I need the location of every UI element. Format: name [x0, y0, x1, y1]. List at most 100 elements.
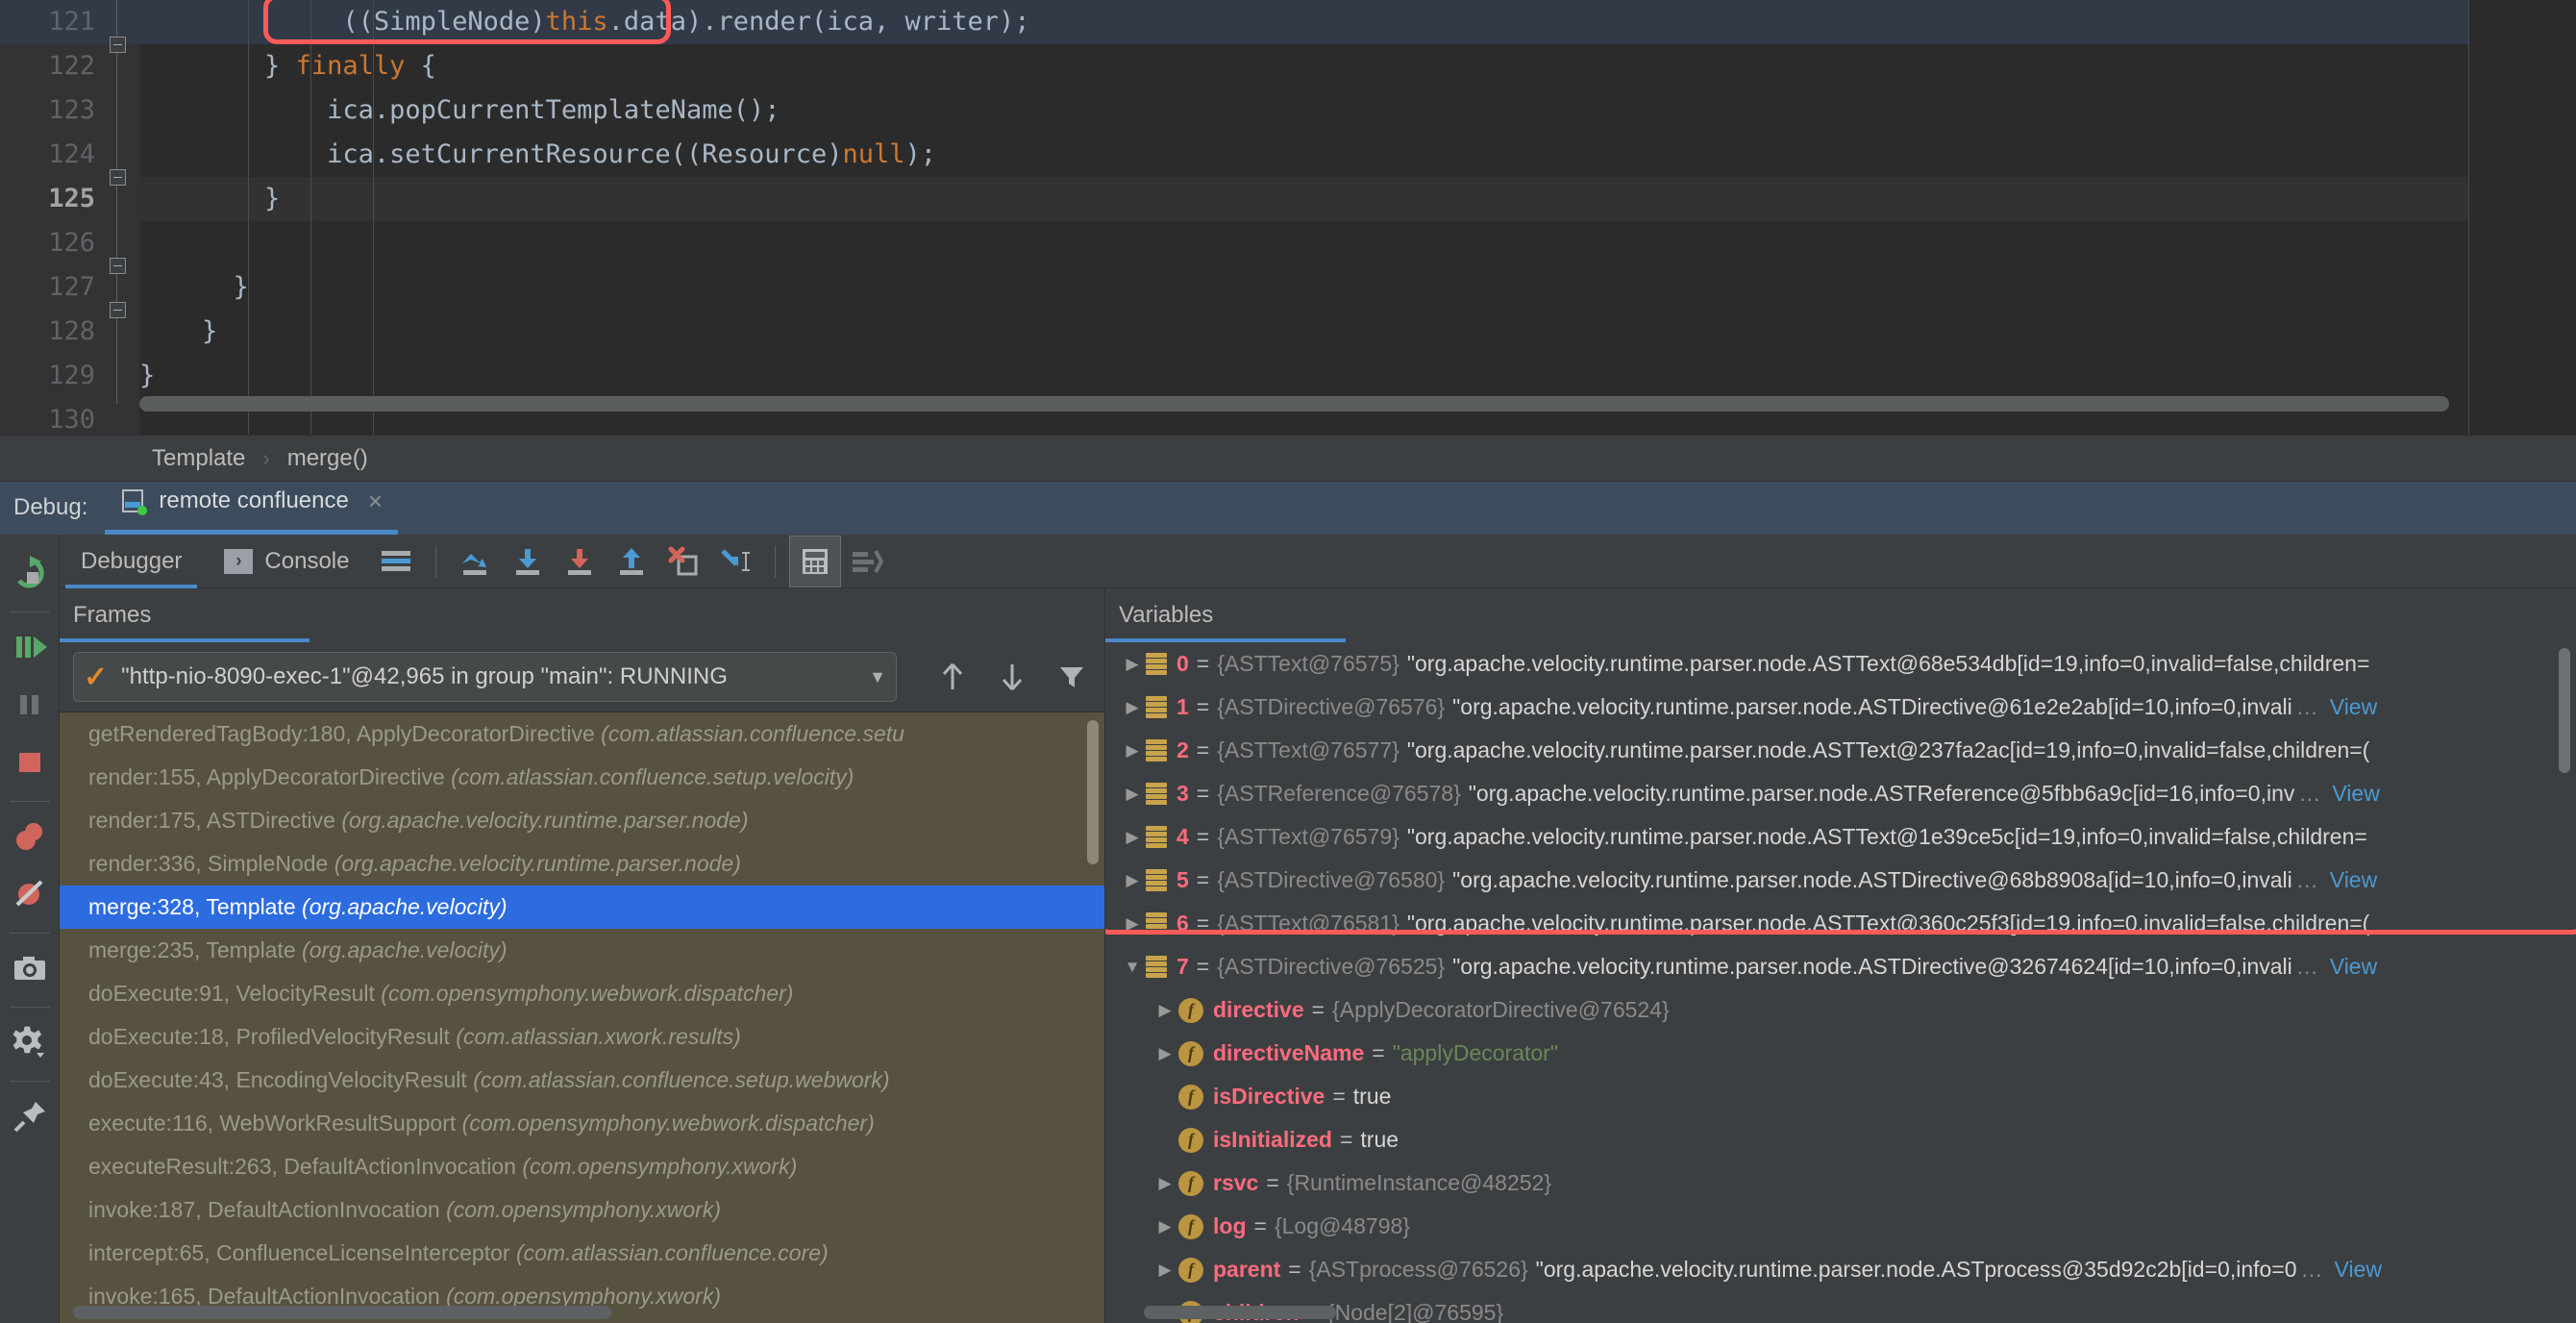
stop-button[interactable] [3, 736, 57, 789]
variable-value: "applyDecorator" [1392, 1040, 1558, 1065]
move-up-button[interactable] [933, 655, 972, 699]
layout-settings-button[interactable] [370, 536, 422, 587]
close-icon[interactable]: × [368, 487, 383, 516]
variable-row[interactable]: ▶ 2 = {ASTText@76577} "org.apache.veloci… [1105, 729, 2576, 772]
frames-list[interactable]: getRenderedTagBody:180, ApplyDecoratorDi… [60, 711, 1104, 1323]
variables-horizontal-scrollbar[interactable] [1144, 1306, 1336, 1319]
view-breakpoints-button[interactable] [3, 810, 57, 863]
breadcrumb-item-method[interactable]: merge() [287, 445, 368, 472]
force-step-into-button[interactable] [554, 536, 606, 587]
filter-icon[interactable] [1053, 655, 1091, 699]
frame-row[interactable]: render:336, SimpleNode (org.apache.veloc… [60, 842, 1104, 886]
code-line: } [139, 316, 218, 346]
variable-row[interactable]: ▶ f rsvc = {RuntimeInstance@48252} [1105, 1161, 2576, 1205]
chevron-right-icon[interactable]: ▶ [1119, 642, 1146, 686]
breadcrumb-item-class[interactable]: Template [152, 445, 245, 472]
fold-marker[interactable] [110, 169, 126, 186]
variable-row[interactable]: ▶ f directive = {ApplyDecoratorDirective… [1105, 988, 2576, 1032]
variable-type: {ASTDirective@76576} [1217, 694, 1446, 719]
drop-frame-button[interactable] [657, 536, 709, 587]
variable-value: "org.apache.velocity.runtime.parser.node… [1468, 781, 2295, 806]
variable-type: {ASTDirective@76525} [1217, 954, 1446, 979]
frames-vertical-scrollbar[interactable] [1087, 720, 1099, 864]
fold-marker[interactable] [110, 258, 126, 274]
view-link[interactable]: View [2330, 945, 2377, 988]
frame-row[interactable]: render:175, ASTDirective (org.apache.vel… [60, 799, 1104, 842]
frames-horizontal-scrollbar[interactable] [73, 1306, 611, 1319]
show-values-inline-button[interactable] [841, 536, 893, 587]
variable-type: {ASTText@76575} [1217, 651, 1399, 676]
step-out-button[interactable] [606, 536, 657, 587]
variable-row[interactable]: ▶ f isInitialized = true [1105, 1118, 2576, 1161]
variable-row[interactable]: ▶ 5 = {ASTDirective@76580} "org.apache.v… [1105, 859, 2576, 902]
variable-row[interactable]: ▶ f parent = {ASTprocess@76526} "org.apa… [1105, 1248, 2576, 1291]
view-link[interactable]: View [2332, 772, 2379, 815]
frame-row[interactable]: getRenderedTagBody:180, ApplyDecoratorDi… [60, 712, 1104, 756]
frame-row[interactable]: merge:235, Template (org.apache.velocity… [60, 929, 1104, 972]
fold-marker[interactable] [110, 302, 126, 318]
view-link[interactable]: View [2330, 686, 2377, 729]
evaluate-expression-button[interactable] [789, 535, 842, 587]
pin-icon[interactable] [3, 1089, 57, 1143]
chevron-right-icon[interactable]: ▶ [1152, 1205, 1178, 1248]
chevron-right-icon[interactable]: ▶ [1152, 988, 1178, 1032]
chevron-right-icon[interactable]: ▶ [1119, 859, 1146, 902]
variable-row[interactable]: ▶ 1 = {ASTDirective@76576} "org.apache.v… [1105, 686, 2576, 729]
rerun-button[interactable] [3, 546, 57, 600]
pause-program-button[interactable] [3, 678, 57, 732]
variable-row[interactable]: ▶ f directiveName = "applyDecorator" [1105, 1032, 2576, 1075]
view-link[interactable]: View [2335, 1248, 2382, 1291]
chevron-down-icon[interactable]: ▼ [869, 667, 886, 687]
mute-breakpoints-button[interactable] [3, 867, 57, 921]
chevron-right-icon[interactable]: ▶ [1119, 772, 1146, 815]
frame-row[interactable]: doExecute:43, EncodingVelocityResult (co… [60, 1059, 1104, 1102]
chevron-down-icon[interactable]: ▼ [1119, 945, 1146, 988]
tab-debugger[interactable]: Debugger [60, 535, 203, 588]
camera-icon[interactable] [3, 941, 57, 995]
chevron-right-icon[interactable]: ▶ [1152, 1032, 1178, 1075]
variables-tree[interactable]: ▶ 0 = {ASTText@76575} "org.apache.veloci… [1105, 642, 2576, 1323]
variable-row[interactable]: ▶ 0 = {ASTText@76575} "org.apache.veloci… [1105, 642, 2576, 686]
chevron-right-icon[interactable]: ▶ [1119, 902, 1146, 945]
variable-row[interactable]: ▶ 4 = {ASTText@76579} "org.apache.veloci… [1105, 815, 2576, 859]
chevron-right-icon[interactable]: ▶ [1152, 1161, 1178, 1205]
variable-value: "org.apache.velocity.runtime.parser.node… [1406, 824, 2367, 849]
frame-row[interactable]: doExecute:18, ProfiledVelocityResult (co… [60, 1015, 1104, 1059]
fold-marker[interactable] [110, 37, 126, 53]
frame-row[interactable]: render:155, ApplyDecoratorDirective (com… [60, 756, 1104, 799]
chevron-right-icon[interactable]: ▶ [1119, 729, 1146, 772]
chevron-right-icon[interactable]: ▶ [1119, 815, 1146, 859]
editor-horizontal-scrollbar[interactable] [139, 396, 2449, 412]
variables-vertical-scrollbar[interactable] [2559, 648, 2570, 773]
frame-row-selected[interactable]: merge:328, Template (org.apache.velocity… [60, 886, 1104, 929]
fold-column[interactable] [103, 0, 132, 435]
check-icon: ✓ [84, 661, 109, 693]
frame-row[interactable]: executeResult:263, DefaultActionInvocati… [60, 1145, 1104, 1188]
move-down-button[interactable] [993, 655, 1031, 699]
variable-name: isInitialized [1213, 1127, 1332, 1152]
variable-row[interactable]: ▶ f isDirective = true [1105, 1075, 2576, 1118]
variable-row[interactable]: ▶ 6 = {ASTText@76581} "org.apache.veloci… [1105, 902, 2576, 945]
editor-gutter[interactable]: 121 122 123 124 125 126 127 128 129 130 [0, 0, 139, 435]
variable-row-expanded[interactable]: ▼ 7 = {ASTDirective@76525} "org.apache.v… [1105, 945, 2576, 988]
debug-session-tab[interactable]: remote confluence × [105, 482, 399, 535]
frame-row[interactable]: invoke:187, DefaultActionInvocation (com… [60, 1188, 1104, 1232]
chevron-right-icon[interactable]: ▶ [1119, 686, 1146, 729]
variable-row[interactable]: ▶ 3 = {ASTReference@76578} "org.apache.v… [1105, 772, 2576, 815]
gear-icon[interactable] [3, 1015, 57, 1069]
step-into-button[interactable] [502, 536, 554, 587]
resume-program-button[interactable] [3, 620, 57, 674]
frame-row[interactable]: execute:116, WebWorkResultSupport (com.o… [60, 1102, 1104, 1145]
breadcrumb-separator-icon: › [262, 445, 270, 470]
variable-row[interactable]: ▶ f log = {Log@48798} [1105, 1205, 2576, 1248]
chevron-right-icon[interactable]: ▶ [1152, 1248, 1178, 1291]
view-link[interactable]: View [2330, 859, 2377, 902]
frame-row[interactable]: intercept:65, ConfluenceLicenseIntercept… [60, 1232, 1104, 1275]
code-text-area[interactable]: ((SimpleNode)this.data).render(ica, writ… [139, 0, 2576, 435]
tab-console[interactable]: › Console [203, 535, 370, 588]
step-over-button[interactable] [450, 536, 502, 587]
frame-row[interactable]: doExecute:91, VelocityResult (com.opensy… [60, 972, 1104, 1015]
run-to-cursor-button[interactable] [709, 536, 761, 587]
variable-name: 4 [1177, 824, 1189, 849]
thread-selector[interactable]: ✓ "http-nio-8090-exec-1"@42,965 in group… [73, 652, 897, 702]
